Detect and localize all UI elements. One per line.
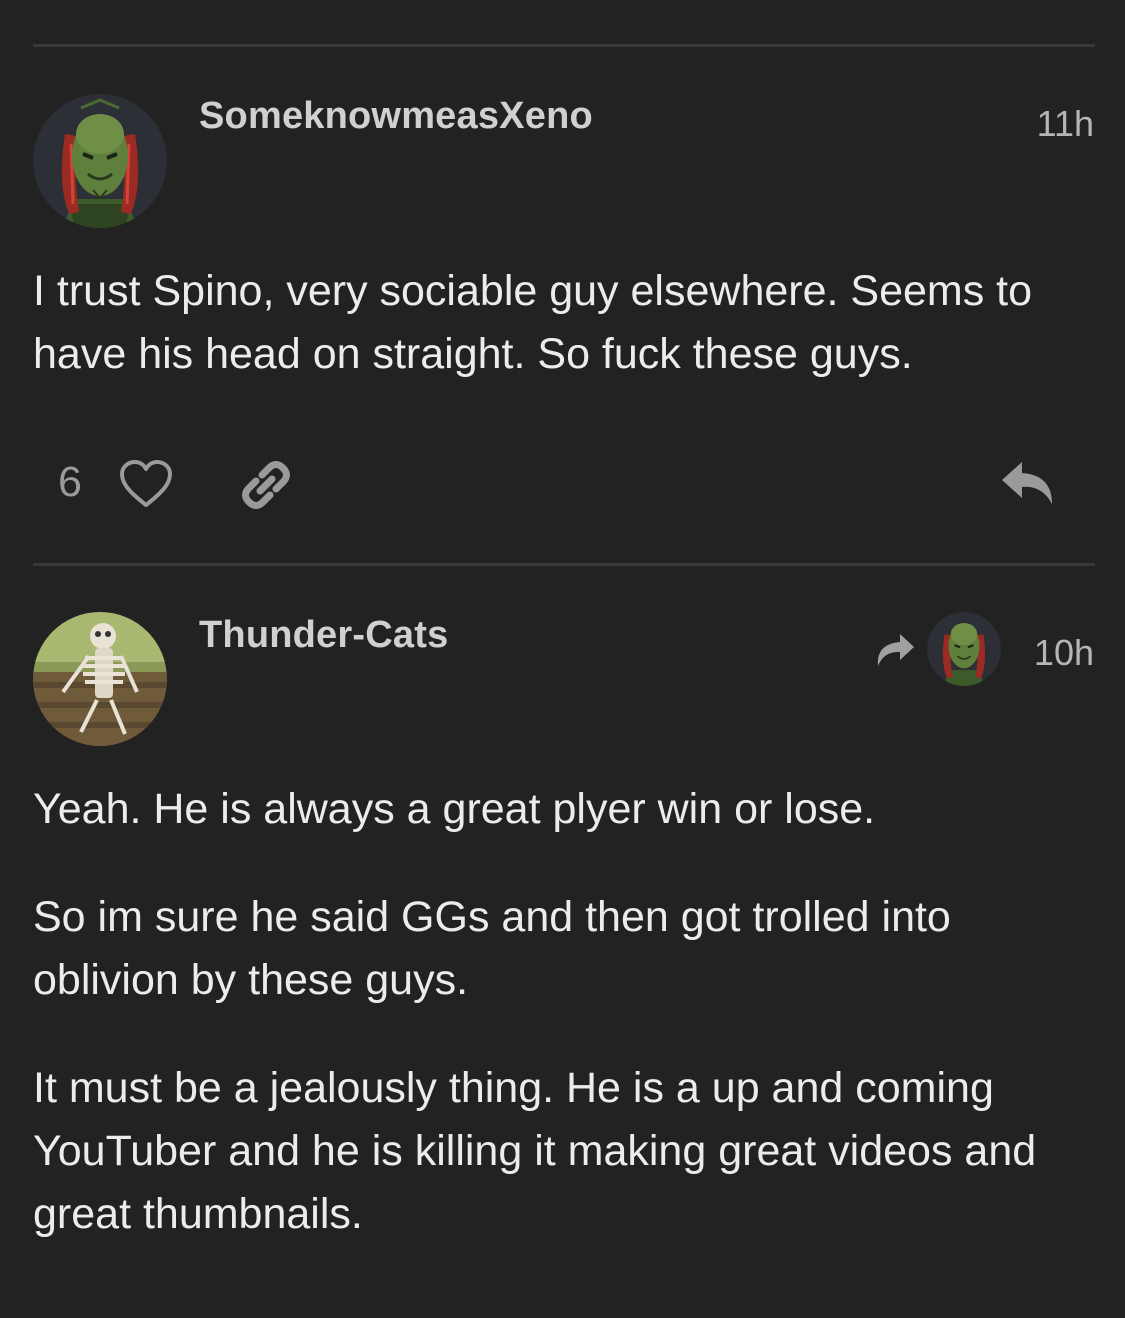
- link-icon[interactable]: [238, 457, 294, 513]
- reply-to-avatar[interactable]: [927, 612, 1001, 686]
- heart-icon[interactable]: [118, 459, 174, 509]
- alien-predator-avatar-icon: [927, 612, 1001, 686]
- username[interactable]: Thunder-Cats: [199, 614, 448, 657]
- username[interactable]: SomeknowmeasXeno: [199, 95, 593, 138]
- post-body: Yeah. He is always a great plyer win or …: [33, 778, 1103, 1291]
- reply-icon[interactable]: [1000, 460, 1056, 508]
- alien-predator-avatar-icon: [33, 94, 167, 228]
- post-paragraph: So im sure he said GGs and then got trol…: [33, 893, 951, 1004]
- post-timestamp[interactable]: 11h: [1037, 103, 1094, 145]
- reply-arrow-icon[interactable]: [874, 632, 916, 668]
- post-body: I trust Spino, very sociable guy elsewhe…: [33, 260, 1103, 431]
- post-paragraph: I trust Spino, very sociable guy elsewhe…: [33, 267, 1033, 378]
- post-paragraph: Yeah. He is always a great plyer win or …: [33, 785, 876, 833]
- post-paragraph: It must be a jealously thing. He is a up…: [33, 1064, 1037, 1238]
- skeleton-on-bench-avatar-icon: [33, 612, 167, 746]
- like-count[interactable]: 6: [58, 458, 82, 507]
- post-divider: [33, 44, 1095, 47]
- user-avatar[interactable]: [33, 94, 167, 228]
- user-avatar[interactable]: [33, 612, 167, 746]
- post-timestamp[interactable]: 10h: [1034, 632, 1094, 674]
- post-divider: [33, 563, 1095, 566]
